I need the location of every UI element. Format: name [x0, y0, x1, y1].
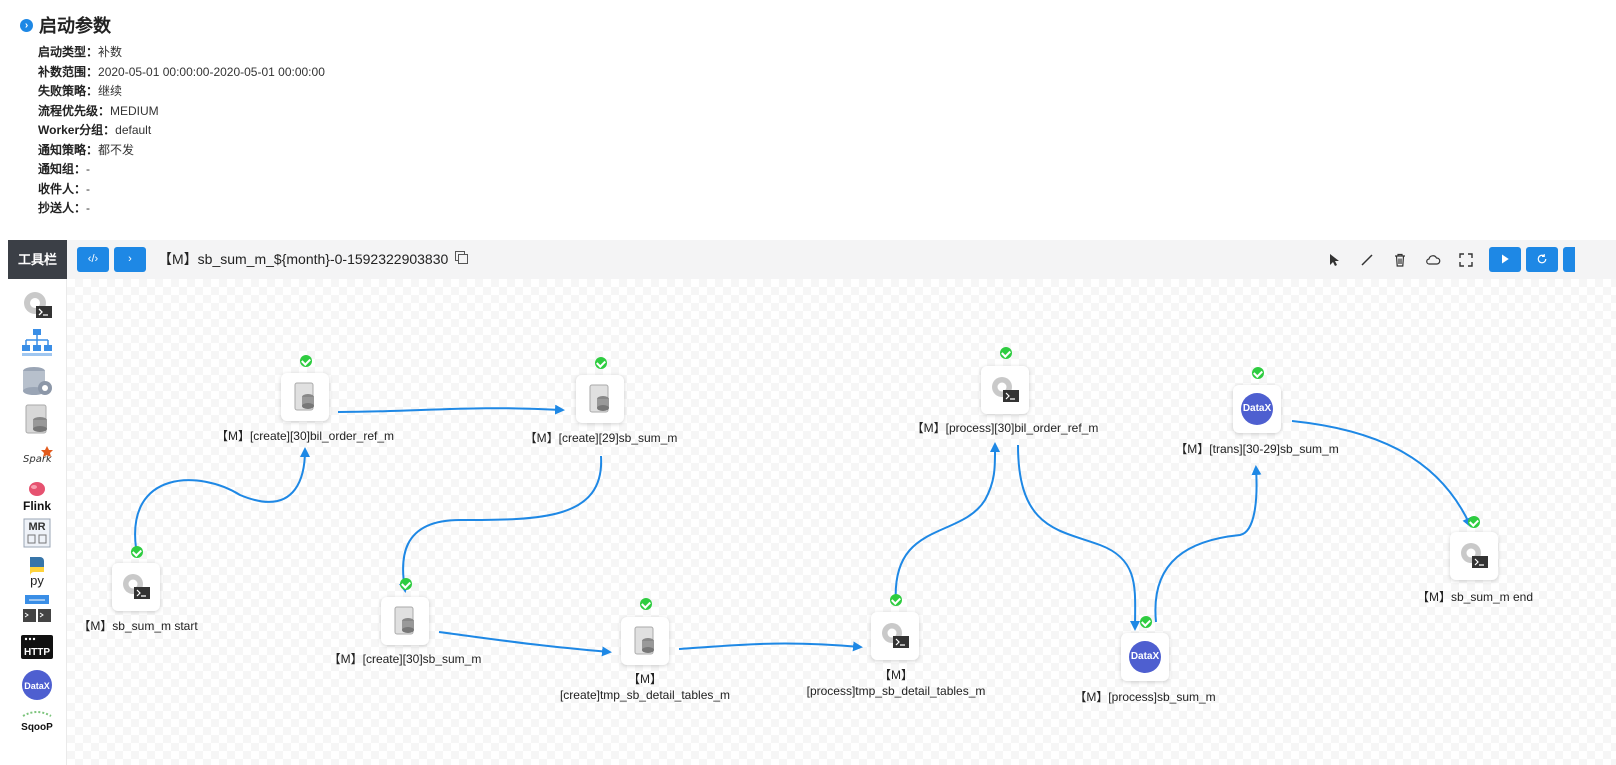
more-button[interactable] — [1563, 247, 1575, 272]
node-start[interactable] — [112, 563, 160, 611]
param-failure-strategy: 失败策略：继续 — [38, 84, 123, 98]
process-title: 【M】sb_sum_m_${month}-0-1592322903830 — [158, 251, 449, 267]
svg-text:HTTP: HTTP — [24, 647, 50, 658]
svg-text:DataX: DataX — [24, 681, 50, 691]
sql-icon — [634, 626, 654, 655]
toolbar-label: 工具栏 — [8, 240, 67, 279]
node-process-tmp[interactable] — [871, 612, 919, 660]
param-receivers: 收件人：- — [38, 181, 91, 196]
dependent-icon[interactable] — [20, 592, 54, 626]
spark-icon[interactable]: Spark — [20, 440, 54, 474]
node-process-bil[interactable] — [981, 366, 1029, 414]
svg-text:py: py — [30, 573, 44, 588]
pointer-icon[interactable] — [1326, 252, 1342, 268]
node-process-sb-status-icon — [1140, 616, 1152, 628]
node-create-29-label: 【M】[create][29]sb_sum_m — [524, 431, 678, 445]
param-notify-group: 通知组：- — [38, 162, 91, 176]
node-start-status-icon — [131, 546, 143, 558]
param-start-type: 启动类型：补数 — [38, 45, 123, 59]
node-process-bil-label: 【M】[process][30]bil_order_ref_m — [911, 421, 1099, 435]
datax-icon: DataX — [1241, 393, 1273, 425]
shell-icon[interactable] — [20, 288, 54, 322]
node-create-tmp-label: 【M】[create]tmp_sb_detail_tables_m — [559, 672, 731, 702]
node-end-status-icon — [1468, 516, 1480, 528]
node-end[interactable] — [1450, 532, 1498, 580]
svg-text:MR: MR — [28, 521, 45, 533]
http-icon[interactable]: HTTP — [20, 630, 54, 664]
sql-icon[interactable] — [20, 402, 54, 436]
node-process-bil-status-icon — [1000, 347, 1012, 359]
svg-text:Flink: Flink — [23, 499, 51, 512]
node-end-label: 【M】sb_sum_m end — [1416, 590, 1534, 604]
params-header: › 启动参数 — [20, 12, 720, 38]
param-worker-group: Worker分组：default — [38, 123, 152, 137]
param-priority: 流程优先级：MEDIUM — [38, 103, 159, 118]
node-create-bil-label: 【M】[create][30]bil_order_ref_m — [215, 429, 395, 443]
shell-icon — [992, 377, 1019, 402]
node-trans-label: 【M】[trans][30-29]sb_sum_m — [1175, 442, 1339, 456]
node-create-29-status-icon — [595, 357, 607, 369]
run-button[interactable] — [1489, 247, 1521, 272]
sub-process-icon[interactable] — [20, 326, 54, 360]
detail-button[interactable]: › — [114, 247, 146, 272]
node-trans-status-icon — [1252, 367, 1264, 379]
node-create-tmp-status-icon — [640, 598, 652, 610]
chevron-right-icon: › — [20, 18, 33, 32]
fullscreen-icon[interactable] — [1458, 252, 1474, 268]
sql-icon — [394, 606, 414, 635]
task-toolbox: Spark Flink MR py HTTP DataX SqooP — [8, 279, 67, 765]
flink-icon[interactable]: Flink — [20, 478, 54, 512]
shell-icon — [882, 623, 909, 648]
sqoop-icon[interactable]: SqooP — [20, 706, 54, 740]
node-trans[interactable]: DataX — [1233, 385, 1281, 433]
dag-toolbar: 工具栏 ‹/› › 【M】sb_sum_m_${month}-0-1592322… — [8, 240, 1616, 279]
param-complement-range: 补数范围：2020-05-01 00:00:00-2020-05-01 00:0… — [38, 64, 325, 79]
params-list: 启动类型：补数 补数范围：2020-05-01 00:00:00-2020-05… — [38, 43, 720, 219]
delete-icon[interactable] — [1392, 252, 1408, 268]
python-icon[interactable]: py — [20, 554, 54, 588]
node-create-bil-status-icon — [300, 355, 312, 367]
param-cc: 抄送人：- — [38, 201, 91, 215]
download-icon[interactable] — [1425, 252, 1441, 268]
sql-icon — [294, 382, 314, 411]
mr-icon[interactable]: MR — [20, 516, 54, 550]
play-icon — [1502, 254, 1509, 264]
node-create-tmp[interactable] — [621, 617, 669, 665]
node-create-30-label: 【M】[create][30]sb_sum_m — [328, 652, 482, 666]
node-start-label: 【M】sb_sum_m start — [78, 619, 198, 633]
line-icon[interactable] — [1359, 252, 1375, 268]
refresh-icon — [1537, 254, 1547, 264]
params-title: 启动参数 — [39, 16, 111, 36]
procedure-icon[interactable] — [20, 364, 54, 398]
code-view-button[interactable]: ‹/› — [77, 247, 109, 272]
sql-icon — [589, 384, 609, 413]
start-params-panel: › 启动参数 启动类型：补数 补数范围：2020-05-01 00:00:00-… — [20, 12, 720, 219]
node-process-sb[interactable]: DataX — [1121, 633, 1169, 681]
shell-icon — [123, 574, 150, 599]
param-notify-strategy: 通知策略：都不发 — [38, 142, 135, 157]
node-process-sb-label: 【M】[process]sb_sum_m — [1074, 690, 1216, 704]
node-create-29[interactable] — [576, 375, 624, 423]
node-create-bil[interactable] — [281, 373, 329, 421]
svg-text:SqooP: SqooP — [21, 722, 53, 733]
node-create-30[interactable] — [381, 597, 429, 645]
node-process-tmp-label: 【M】[process]tmp_sb_detail_tables_m — [806, 668, 986, 698]
datax-icon[interactable]: DataX — [20, 668, 54, 702]
copy-icon[interactable] — [455, 251, 468, 264]
node-create-30-status-icon — [400, 578, 412, 590]
node-process-tmp-status-icon — [890, 594, 902, 606]
shell-icon — [1461, 543, 1488, 568]
refresh-button[interactable] — [1526, 247, 1558, 272]
datax-icon: DataX — [1129, 641, 1161, 673]
